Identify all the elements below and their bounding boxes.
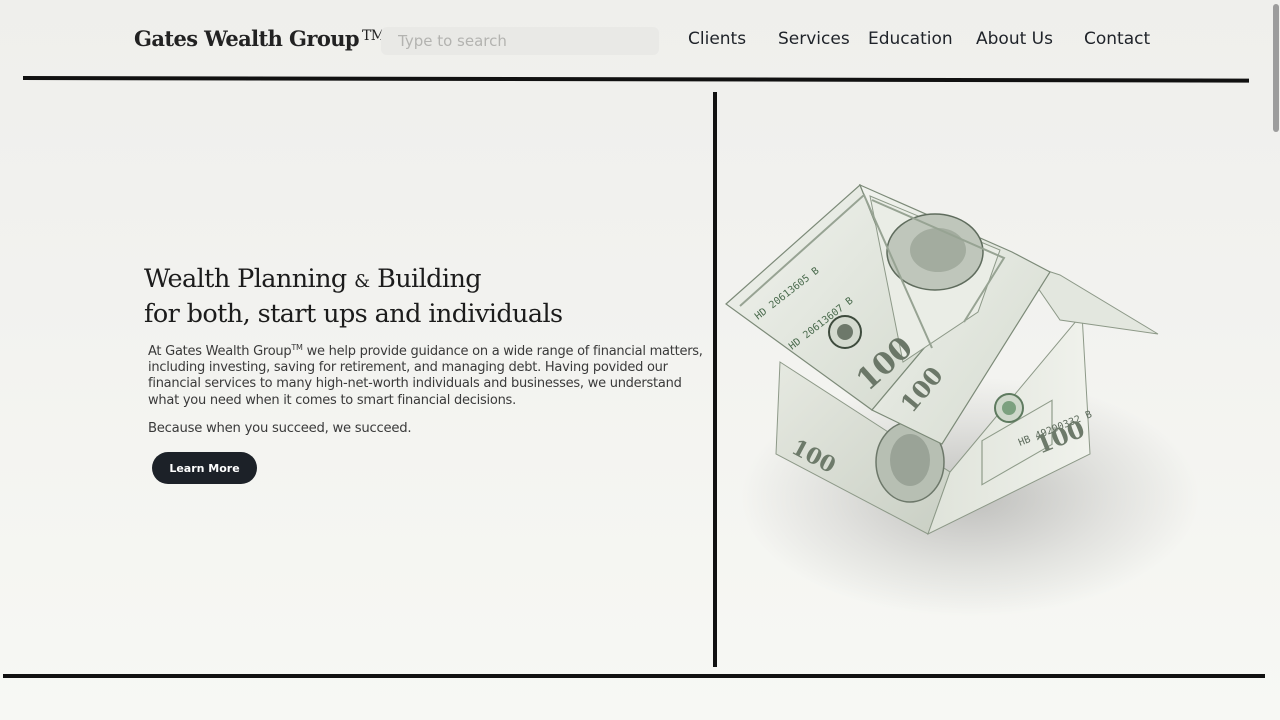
nav-link-services[interactable]: Services xyxy=(778,29,850,49)
money-house-illustration: HB 49200332 B 100 100 HD 20613605 B HD 2… xyxy=(725,183,1200,617)
page-scrollbar[interactable] xyxy=(1272,0,1280,720)
hero-title-part-2: Building xyxy=(377,264,482,294)
brand-name: Gates Wealth Group xyxy=(134,26,360,51)
brand-logo[interactable]: Gates Wealth Group TM xyxy=(134,26,385,51)
nav-link-clients[interactable]: Clients xyxy=(688,29,746,49)
hero-desc-trademark: TM xyxy=(291,343,303,352)
site-header: Gates Wealth GroupTM Clients Services Ed… xyxy=(0,0,1280,80)
hero-title-ampersand: & xyxy=(354,271,370,292)
learn-more-button[interactable]: Learn More xyxy=(152,452,257,484)
hero-title-line-2: for both, start ups and individuals xyxy=(144,299,563,329)
nav-link-education[interactable]: Education xyxy=(868,29,953,49)
hero-description: At Gates Wealth GroupTM we help provide … xyxy=(148,340,708,409)
hero-image-money-house: HB 49200332 B 100 100 HD 20613605 B HD 2… xyxy=(720,92,1270,667)
nav-link-contact[interactable]: Contact xyxy=(1084,29,1150,49)
search-input[interactable] xyxy=(381,27,659,55)
hero-title-part-1: Wealth Planning xyxy=(144,264,347,294)
scrollbar-thumb[interactable] xyxy=(1273,4,1279,132)
section-divider xyxy=(3,674,1265,678)
nav-link-about-us[interactable]: About Us xyxy=(976,29,1053,49)
vertical-divider xyxy=(713,92,717,667)
hero-title: Wealth Planning & Building for both, sta… xyxy=(144,263,704,330)
hero-desc-prefix: At Gates Wealth Group xyxy=(148,344,292,359)
hero-tagline: Because when you succeed, we succeed. xyxy=(148,421,412,436)
